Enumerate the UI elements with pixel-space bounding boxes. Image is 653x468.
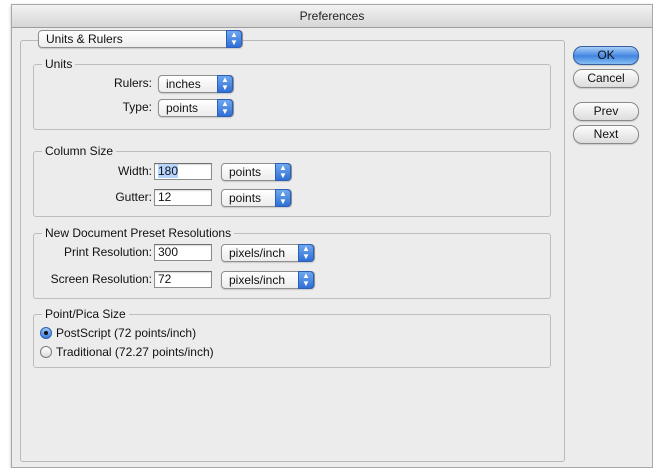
popup-arrows-icon: ▲ ▼ xyxy=(275,163,291,181)
traditional-radio[interactable] xyxy=(40,346,52,358)
screen-resolution-value: 72 xyxy=(158,272,172,286)
traditional-radio-label[interactable]: Traditional (72.27 points/inch) xyxy=(56,345,214,359)
popup-arrows-icon: ▲ ▼ xyxy=(217,99,233,117)
gutter-label: Gutter: xyxy=(115,190,152,204)
popup-arrows-icon: ▲ ▼ xyxy=(275,189,291,207)
preferences-dialog: Preferences Units & Rulers ▲ ▼ Units Rule… xyxy=(11,4,653,468)
type-popup-value: points xyxy=(166,101,199,115)
print-resolution-unit-value: pixels/inch xyxy=(229,246,286,260)
rulers-popup[interactable]: inches ▲ ▼ xyxy=(158,75,234,93)
gutter-unit-value: points xyxy=(229,191,262,205)
gutter-unit-popup[interactable]: points ▲ ▼ xyxy=(221,189,292,207)
print-resolution-value: 300 xyxy=(158,245,179,259)
popup-arrows-icon: ▲ ▼ xyxy=(217,75,233,93)
column-size-group-label: Column Size xyxy=(42,144,117,158)
section-popup[interactable]: Units & Rulers ▲ ▼ xyxy=(38,30,243,48)
width-field-value: 180 xyxy=(158,164,179,178)
units-group: Units Rulers: inches ▲ ▼ Type: points ▲ ▼ xyxy=(33,57,551,130)
print-resolution-unit-popup[interactable]: pixels/inch ▲ ▼ xyxy=(221,244,315,262)
postscript-radio-label[interactable]: PostScript (72 points/inch) xyxy=(56,326,196,340)
cancel-button[interactable]: Cancel xyxy=(573,69,639,88)
preset-resolutions-group-label: New Document Preset Resolutions xyxy=(42,226,235,240)
ok-button[interactable]: OK xyxy=(573,46,639,65)
popup-arrows-icon: ▲ ▼ xyxy=(298,244,314,262)
postscript-radio[interactable] xyxy=(40,327,52,339)
rulers-popup-value: inches xyxy=(166,77,201,91)
settings-panel: Units & Rulers ▲ ▼ Units Rulers: inches ▲… xyxy=(20,30,565,462)
type-popup[interactable]: points ▲ ▼ xyxy=(158,99,234,117)
type-label: Type: xyxy=(122,100,152,114)
gutter-field[interactable]: 12 xyxy=(154,189,212,206)
screen-resolution-field[interactable]: 72 xyxy=(154,271,212,288)
column-size-group: Column Size Width: 180 points ▲ ▼ Gutter:… xyxy=(33,144,551,217)
width-field[interactable]: 180 xyxy=(154,163,212,180)
print-resolution-label: Print Resolution: xyxy=(63,245,152,259)
preset-resolutions-group: New Document Preset Resolutions Print Re… xyxy=(33,226,551,299)
popup-arrows-icon: ▲ ▼ xyxy=(226,30,242,48)
print-resolution-field[interactable]: 300 xyxy=(154,244,212,261)
units-group-label: Units xyxy=(42,57,76,71)
window-title: Preferences xyxy=(12,5,652,28)
section-popup-value: Units & Rulers xyxy=(46,32,123,46)
screen-resolution-unit-popup[interactable]: pixels/inch ▲ ▼ xyxy=(221,271,315,289)
point-pica-group-label: Point/Pica Size xyxy=(42,307,129,321)
prev-button[interactable]: Prev xyxy=(573,102,639,121)
width-label: Width: xyxy=(117,164,152,178)
popup-arrows-icon: ▲ ▼ xyxy=(298,271,314,289)
width-unit-value: points xyxy=(229,165,262,179)
width-unit-popup[interactable]: points ▲ ▼ xyxy=(221,163,292,181)
rulers-label: Rulers: xyxy=(113,76,152,90)
next-button[interactable]: Next xyxy=(573,125,639,144)
gutter-field-value: 12 xyxy=(158,190,172,204)
point-pica-group: Point/Pica Size PostScript (72 points/in… xyxy=(33,307,551,368)
screen-resolution-unit-value: pixels/inch xyxy=(229,273,286,287)
screen-resolution-label: Screen Resolution: xyxy=(50,272,152,286)
